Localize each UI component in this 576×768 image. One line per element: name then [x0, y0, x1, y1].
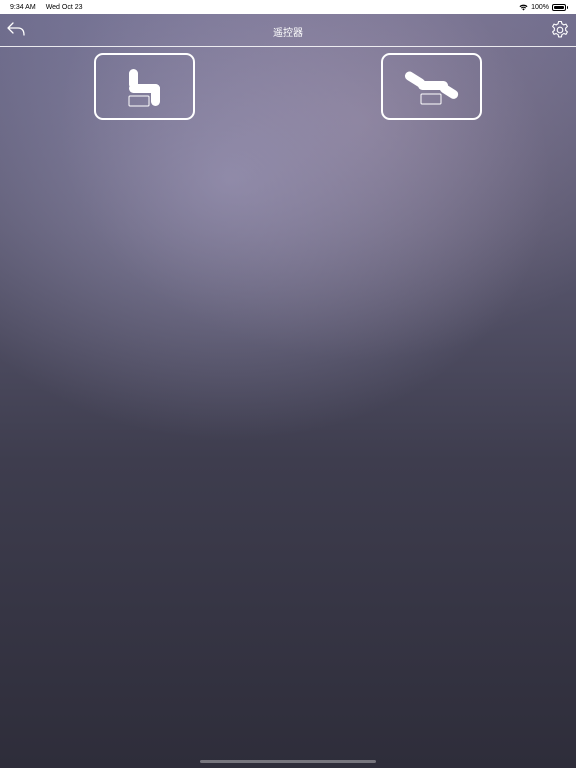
status-date: Wed Oct 23: [45, 3, 83, 11]
battery-icon: [552, 3, 568, 11]
reclined-chair-icon: [404, 71, 459, 105]
status-time: 9:34 AM: [10, 3, 36, 11]
reclined-chair-mode-button[interactable]: [381, 53, 482, 120]
status-bar: 9:34 AM Wed Oct 23 100%: [0, 0, 576, 14]
wifi-icon: [519, 4, 528, 10]
status-right-group: 100%: [519, 3, 568, 11]
battery-fill: [554, 5, 564, 9]
nav-bar: 遥控器: [0, 14, 576, 47]
page-title: 遥控器: [273, 28, 303, 39]
gear-icon[interactable]: [550, 20, 570, 40]
battery-percent: 100%: [531, 3, 549, 11]
upright-chair-icon: [128, 69, 160, 107]
home-indicator[interactable]: [200, 760, 376, 763]
upright-chair-mode-button[interactable]: [94, 53, 195, 120]
